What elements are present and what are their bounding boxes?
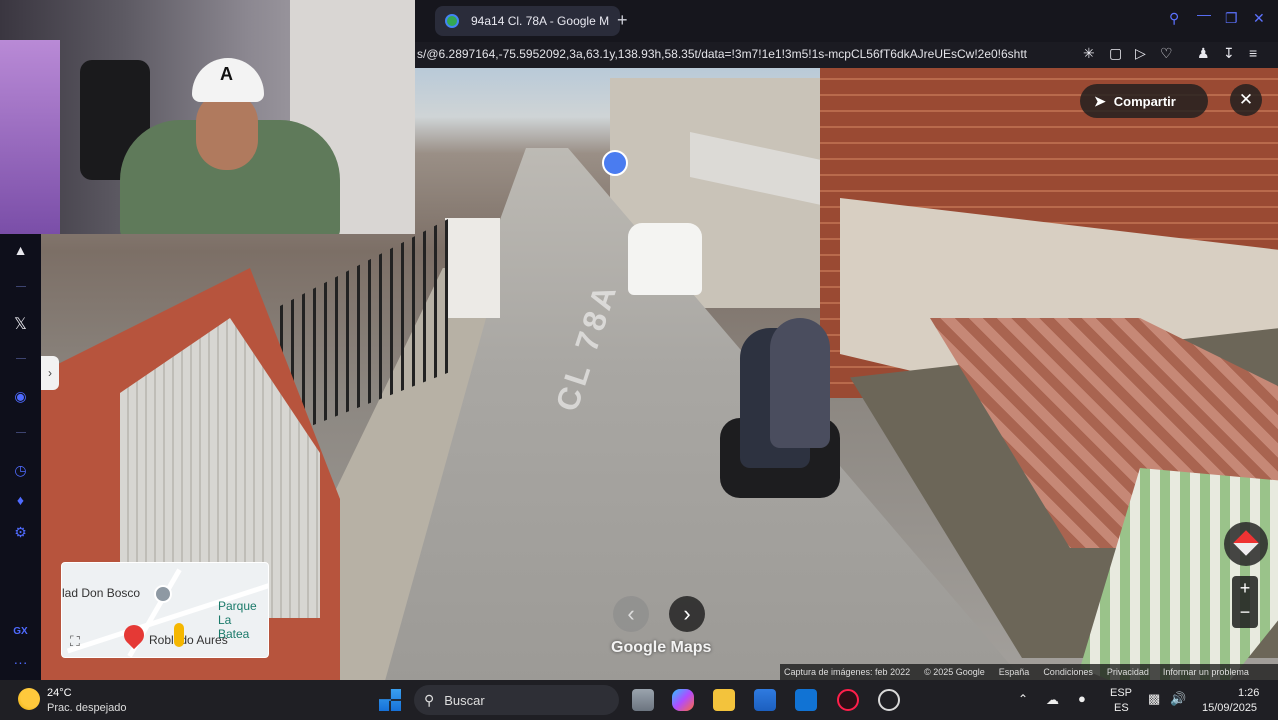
- weather-sun-icon[interactable]: [18, 688, 40, 710]
- tab-google-maps[interactable]: 94a14 Cl. 78A - Google M: [435, 6, 620, 36]
- minimap-label-top: lad Don Bosco: [62, 586, 141, 600]
- country-link[interactable]: España: [999, 667, 1030, 677]
- file-explorer-icon[interactable]: [713, 689, 735, 711]
- motorcycle-riders: [700, 308, 850, 508]
- x-twitter-icon[interactable]: 𝕏: [0, 314, 41, 334]
- opera-gx-icon[interactable]: [837, 689, 859, 711]
- menu-icon[interactable]: ≡: [1249, 45, 1257, 61]
- location-pin-icon[interactable]: [602, 150, 628, 176]
- search-label: Buscar: [444, 692, 485, 708]
- passenger: [770, 318, 830, 448]
- outlook-icon[interactable]: [795, 689, 817, 711]
- weather-temperature: 24°C: [47, 687, 72, 699]
- weather-description: Prac. despejado: [47, 702, 127, 714]
- microsoft-store-icon[interactable]: [754, 689, 776, 711]
- copilot-icon[interactable]: [672, 689, 694, 711]
- language-bottom[interactable]: ES: [1114, 702, 1129, 714]
- share-icon: ➤: [1094, 92, 1106, 109]
- close-street-view-button[interactable]: ✕: [1230, 84, 1262, 116]
- share-button[interactable]: ➤ Compartir: [1080, 84, 1208, 118]
- tray-overflow-icon[interactable]: ⌃: [1018, 692, 1028, 706]
- player-icon[interactable]: ◉: [0, 388, 41, 405]
- extensions-icon[interactable]: ♦: [0, 492, 41, 508]
- share-label: Compartir: [1113, 93, 1176, 109]
- search-icon: ⚲: [424, 691, 435, 708]
- next-arrow-button[interactable]: ›: [669, 596, 705, 632]
- tab-bar: 94a14 Cl. 78A - Google M + ⚲ — ❐ ✕: [415, 0, 1278, 42]
- streamer-face: [196, 92, 258, 170]
- white-car: [628, 223, 702, 295]
- windows-taskbar: 24°C Prac. despejado ⚲ Buscar ⌃ ☁ ● ESP …: [0, 680, 1278, 720]
- aria-icon[interactable]: ▲: [0, 242, 41, 258]
- download-icon[interactable]: ↧: [1223, 45, 1235, 62]
- heart-icon[interactable]: ♡: [1160, 45, 1173, 62]
- task-view-icon[interactable]: [632, 689, 654, 711]
- clock-time[interactable]: 1:26: [1238, 687, 1259, 699]
- google-maps-logo: Google Maps: [611, 639, 712, 656]
- obs-icon[interactable]: [878, 689, 900, 711]
- capture-date: Captura de imágenes: feb 2022: [784, 667, 911, 677]
- url-field[interactable]: s/@6.2897164,-75.5952092,3a,63.1y,138.93…: [417, 47, 1077, 61]
- settings-icon[interactable]: ⚙: [0, 524, 41, 541]
- more-icon[interactable]: ···: [0, 654, 41, 670]
- poi-icon: [154, 585, 172, 603]
- minimize-icon[interactable]: —: [1197, 6, 1211, 22]
- purple-light: [0, 40, 60, 234]
- white-cap: A: [192, 58, 264, 102]
- privacy-link[interactable]: Privacidad: [1107, 667, 1149, 677]
- start-button[interactable]: [379, 689, 401, 711]
- close-icon[interactable]: ✕: [1253, 10, 1265, 27]
- taskbar-search[interactable]: ⚲ Buscar: [414, 685, 619, 715]
- minimap[interactable]: lad Don Bosco Parque La Batea Robledo Au…: [61, 562, 269, 658]
- sidebar-divider: [16, 286, 26, 287]
- maps-footer: Captura de imágenes: feb 2022 © 2025 Goo…: [780, 664, 1278, 680]
- sidebar-divider: [16, 432, 26, 433]
- report-link[interactable]: Informar un problema: [1163, 667, 1249, 677]
- snapshot-icon[interactable]: ▢: [1109, 45, 1122, 62]
- terms-link[interactable]: Condiciones: [1043, 667, 1093, 677]
- zoom-in-button[interactable]: +: [1232, 576, 1258, 600]
- play-icon[interactable]: ▷: [1135, 45, 1146, 62]
- expand-map-icon[interactable]: ⛶: [70, 633, 80, 650]
- volume-icon[interactable]: 🔊: [1170, 691, 1186, 707]
- sidebar-divider: [16, 358, 26, 359]
- cap-logo: A: [220, 64, 233, 84]
- pegman-icon[interactable]: [174, 623, 184, 647]
- white-wall: [445, 218, 500, 318]
- awning: [690, 132, 840, 209]
- zoom-control: + −: [1232, 576, 1258, 628]
- search-icon[interactable]: ⚲: [1169, 10, 1179, 27]
- maximize-icon[interactable]: ❐: [1225, 10, 1238, 27]
- network-icon[interactable]: ▩: [1148, 691, 1160, 707]
- microphone-icon[interactable]: ●: [1078, 691, 1086, 706]
- onedrive-icon[interactable]: ☁: [1046, 692, 1059, 708]
- profile-icon[interactable]: ♟: [1197, 45, 1210, 62]
- expand-panel-button[interactable]: ›: [41, 356, 59, 390]
- address-bar: s/@6.2897164,-75.5952092,3a,63.1y,138.93…: [415, 42, 1278, 68]
- history-icon[interactable]: ◷: [0, 462, 41, 479]
- compass-icon[interactable]: [1224, 522, 1268, 566]
- google-maps-favicon-icon: [445, 14, 459, 28]
- copyright: © 2025 Google: [924, 667, 985, 677]
- webcam-overlay: A: [0, 0, 415, 234]
- new-tab-button[interactable]: +: [617, 10, 628, 31]
- zoom-out-button[interactable]: −: [1232, 600, 1258, 624]
- pin-icon[interactable]: ✳: [1083, 45, 1095, 62]
- tab-title: 94a14 Cl. 78A - Google M: [471, 14, 610, 28]
- opera-sidebar: ▲ 𝕏 ◉ ◷ ♦ ⚙ GX ···: [0, 234, 41, 680]
- gx-icon[interactable]: GX: [0, 626, 41, 637]
- clock-date[interactable]: 15/09/2025: [1202, 702, 1257, 714]
- previous-arrow-button[interactable]: ‹: [613, 596, 649, 632]
- language-top[interactable]: ESP: [1110, 687, 1132, 699]
- minimap-label-place: Robledo Aures: [149, 633, 228, 647]
